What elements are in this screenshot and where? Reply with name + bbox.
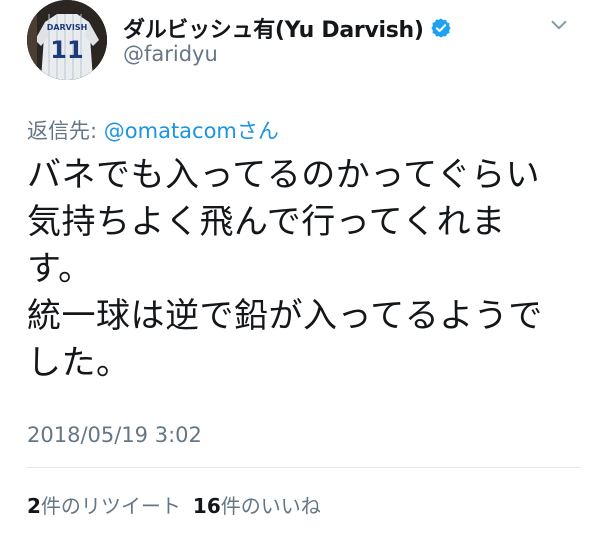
author-avatar[interactable]: DARVISH 11 — [27, 0, 107, 80]
like-count[interactable]: 16 — [193, 494, 221, 518]
chevron-down-icon[interactable] — [548, 14, 570, 36]
tweet-text-line: 気持ちよく飛んで行ってくれま — [27, 202, 506, 242]
retweet-label[interactable]: 件のリツイート — [41, 494, 181, 518]
tweet-timestamp[interactable]: 2018/05/19 3:02 — [27, 423, 202, 447]
tweet-card: DARVISH 11 ダルビッシュ有(Yu Darvish) @faridyu … — [0, 0, 600, 534]
tweet-text-line: した。 — [27, 343, 131, 383]
reply-prefix: 返信先: — [27, 119, 104, 143]
reply-mention-link[interactable]: @omatacom — [104, 119, 237, 143]
author-handle[interactable]: @faridyu — [123, 42, 218, 66]
tweet-text-line: 統一球は逆で鉛が入ってるようで — [27, 296, 543, 336]
reply-to-line: 返信先: @omatacomさん — [27, 115, 279, 145]
tweet-stats: 2件のリツイート 16件のいいね — [27, 490, 321, 519]
like-label[interactable]: 件のいいね — [221, 494, 321, 518]
verified-badge-icon — [431, 18, 451, 38]
divider — [27, 467, 580, 468]
tweet-text-line: バネでも入ってるのかってぐらい — [27, 155, 541, 195]
author-name-row[interactable]: ダルビッシュ有(Yu Darvish) — [123, 13, 452, 43]
author-display-name[interactable]: ダルビッシュ有(Yu Darvish) — [123, 12, 424, 44]
reply-suffix[interactable]: さん — [237, 119, 279, 143]
retweet-count[interactable]: 2 — [27, 494, 41, 518]
avatar-jersey-text: DARVISH — [47, 23, 88, 32]
tweet-text-line: す。 — [27, 249, 93, 289]
tweet-text: バネでも入ってるのかってぐらい 気持ちよく飛んで行ってくれま す。 統一球は逆で… — [27, 152, 572, 387]
avatar-jersey-number: 11 — [50, 36, 83, 64]
